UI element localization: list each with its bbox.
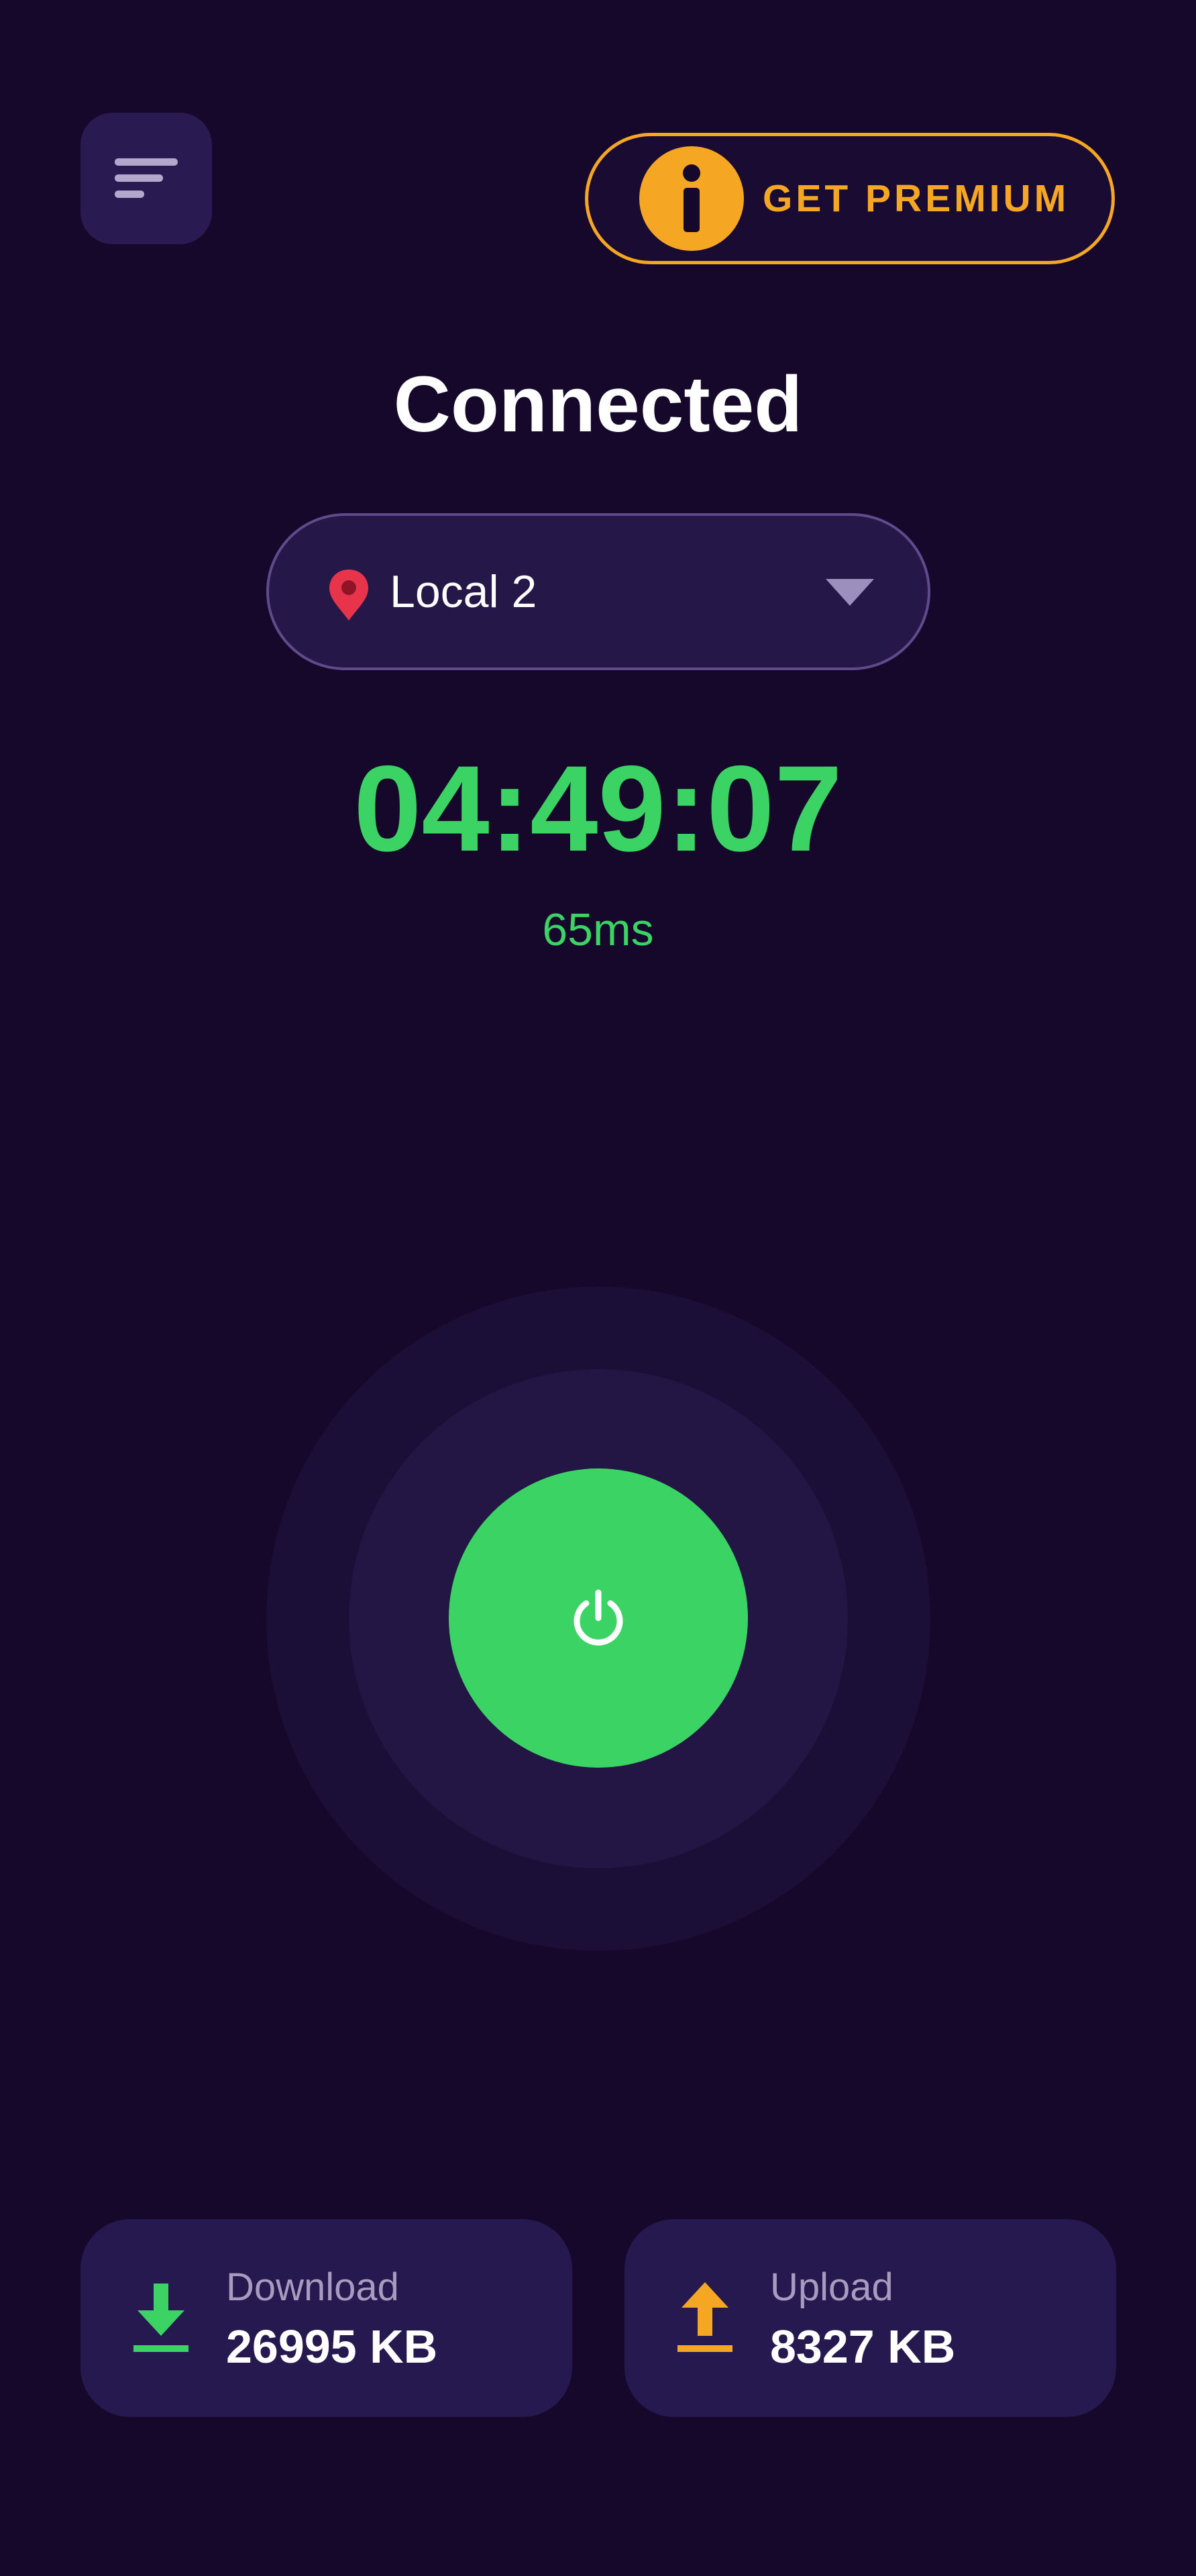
download-stat-card: Download 26995 KB (80, 2219, 572, 2417)
menu-lines-icon (115, 158, 178, 198)
info-icon (639, 146, 744, 251)
chevron-down-icon (826, 579, 874, 606)
connection-timer: 04:49:07 (354, 740, 842, 877)
upload-stat-card: Upload 8327 KB (624, 2219, 1116, 2417)
upload-label: Upload (770, 2265, 893, 2309)
download-label: Download (226, 2265, 399, 2309)
location-label: Local 2 (390, 566, 537, 617)
location-pin-icon (329, 570, 368, 621)
power-button[interactable] (449, 1468, 748, 1768)
download-value: 26995 KB (226, 2320, 438, 2373)
ping-latency: 65ms (542, 904, 654, 955)
download-arrow-icon (133, 2284, 188, 2352)
menu-button[interactable] (80, 113, 212, 244)
location-dropdown[interactable]: Local 2 (266, 513, 930, 670)
power-icon (574, 1589, 623, 1646)
upload-arrow-icon (677, 2282, 732, 2352)
get-premium-button[interactable]: GET PREMIUM (585, 133, 1115, 264)
connection-status: Connected (393, 360, 803, 449)
upload-value: 8327 KB (770, 2320, 956, 2373)
get-premium-label: GET PREMIUM (763, 177, 1070, 220)
